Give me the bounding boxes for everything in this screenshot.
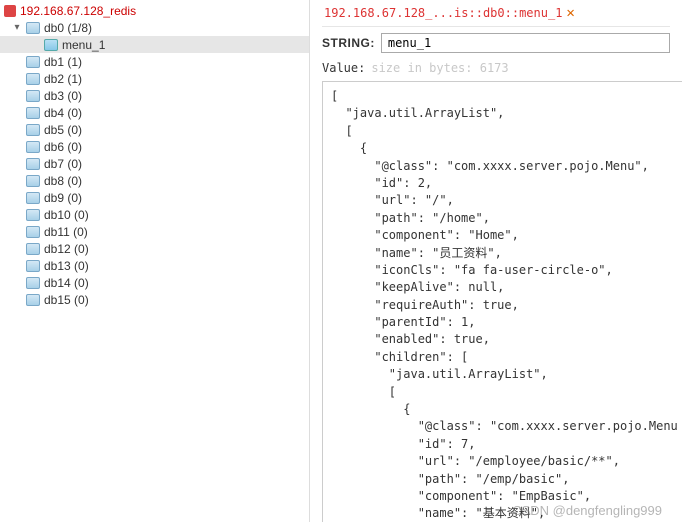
- database-icon: [26, 226, 40, 238]
- database-icon: [26, 260, 40, 272]
- tree-db-label: db13 (0): [44, 259, 89, 273]
- value-row: Value: size in bytes: 6173: [310, 59, 682, 77]
- tree-db-label: db2 (1): [44, 72, 82, 86]
- tree-db-label: db15 (0): [44, 293, 89, 307]
- tree-db-label: db3 (0): [44, 89, 82, 103]
- database-icon: [26, 90, 40, 102]
- tree-db-db4[interactable]: db4 (0): [0, 104, 309, 121]
- tree-db-db5[interactable]: db5 (0): [0, 121, 309, 138]
- tree-db-db10[interactable]: db10 (0): [0, 206, 309, 223]
- tree-db-label: db14 (0): [44, 276, 89, 290]
- server-icon: [4, 5, 16, 17]
- tree-db-label: db8 (0): [44, 174, 82, 188]
- tab-bar: 192.168.67.128_...is::db0::menu_1 ✕: [310, 0, 682, 26]
- tree-db-db1[interactable]: db1 (1): [0, 53, 309, 70]
- database-icon: [26, 192, 40, 204]
- tree-db-db13[interactable]: db13 (0): [0, 257, 309, 274]
- tree-db-label: db1 (1): [44, 55, 82, 69]
- database-icon: [26, 175, 40, 187]
- json-text: [ "java.util.ArrayList", [ { "@class": "…: [331, 89, 678, 522]
- tree-db-label: db7 (0): [44, 157, 82, 171]
- tree-db-db11[interactable]: db11 (0): [0, 223, 309, 240]
- tree-db-label: db12 (0): [44, 242, 89, 256]
- tree-db-db12[interactable]: db12 (0): [0, 240, 309, 257]
- tree-db-db3[interactable]: db3 (0): [0, 87, 309, 104]
- database-icon: [26, 124, 40, 136]
- database-icon: [26, 107, 40, 119]
- database-icon: [26, 294, 40, 306]
- database-tree: 192.168.67.128_redis ▾ db0 (1/8) menu_1 db1…: [0, 0, 310, 522]
- tree-db-db7[interactable]: db7 (0): [0, 155, 309, 172]
- value-label: Value:: [322, 61, 365, 75]
- tree-db-db14[interactable]: db14 (0): [0, 274, 309, 291]
- chevron-down-icon[interactable]: ▾: [12, 22, 22, 33]
- tree-db-db2[interactable]: db2 (1): [0, 70, 309, 87]
- tree-db-label: db11 (0): [44, 225, 88, 239]
- tree-db-db6[interactable]: db6 (0): [0, 138, 309, 155]
- database-icon: [26, 277, 40, 289]
- tab-active[interactable]: 192.168.67.128_...is::db0::menu_1 ✕: [318, 2, 581, 24]
- type-label: STRING:: [322, 36, 375, 50]
- database-icon: [26, 141, 40, 153]
- tree-db-label: db4 (0): [44, 106, 82, 120]
- tree-db-db15[interactable]: db15 (0): [0, 291, 309, 308]
- database-icon: [26, 56, 40, 68]
- database-icon: [26, 243, 40, 255]
- tree-db-label: db9 (0): [44, 191, 82, 205]
- tree-db-label: db5 (0): [44, 123, 82, 137]
- database-icon: [26, 209, 40, 221]
- tree-key-label: menu_1: [62, 38, 105, 52]
- size-hint: size in bytes: 6173: [371, 61, 508, 75]
- database-icon: [26, 73, 40, 85]
- key-name-input[interactable]: [381, 33, 670, 53]
- tree-db-label: db0 (1/8): [44, 21, 92, 35]
- tree-db-db9[interactable]: db9 (0): [0, 189, 309, 206]
- tree-server[interactable]: 192.168.67.128_redis: [0, 2, 309, 19]
- close-icon[interactable]: ✕: [566, 5, 574, 21]
- database-icon: [26, 158, 40, 170]
- tree-db-label: db10 (0): [44, 208, 89, 222]
- tree-db-db0[interactable]: ▾ db0 (1/8): [0, 19, 309, 36]
- value-content[interactable]: [ "java.util.ArrayList", [ { "@class": "…: [322, 81, 682, 522]
- tree-server-label: 192.168.67.128_redis: [20, 4, 136, 18]
- tree-db-db8[interactable]: db8 (0): [0, 172, 309, 189]
- key-row: STRING:: [310, 27, 682, 59]
- tab-title: 192.168.67.128_...is::db0::menu_1: [324, 6, 562, 20]
- key-icon: [44, 39, 58, 51]
- detail-panel: 192.168.67.128_...is::db0::menu_1 ✕ STRI…: [310, 0, 682, 522]
- tree-db-label: db6 (0): [44, 140, 82, 154]
- tree-key-menu_1[interactable]: menu_1: [0, 36, 309, 53]
- database-icon: [26, 22, 40, 34]
